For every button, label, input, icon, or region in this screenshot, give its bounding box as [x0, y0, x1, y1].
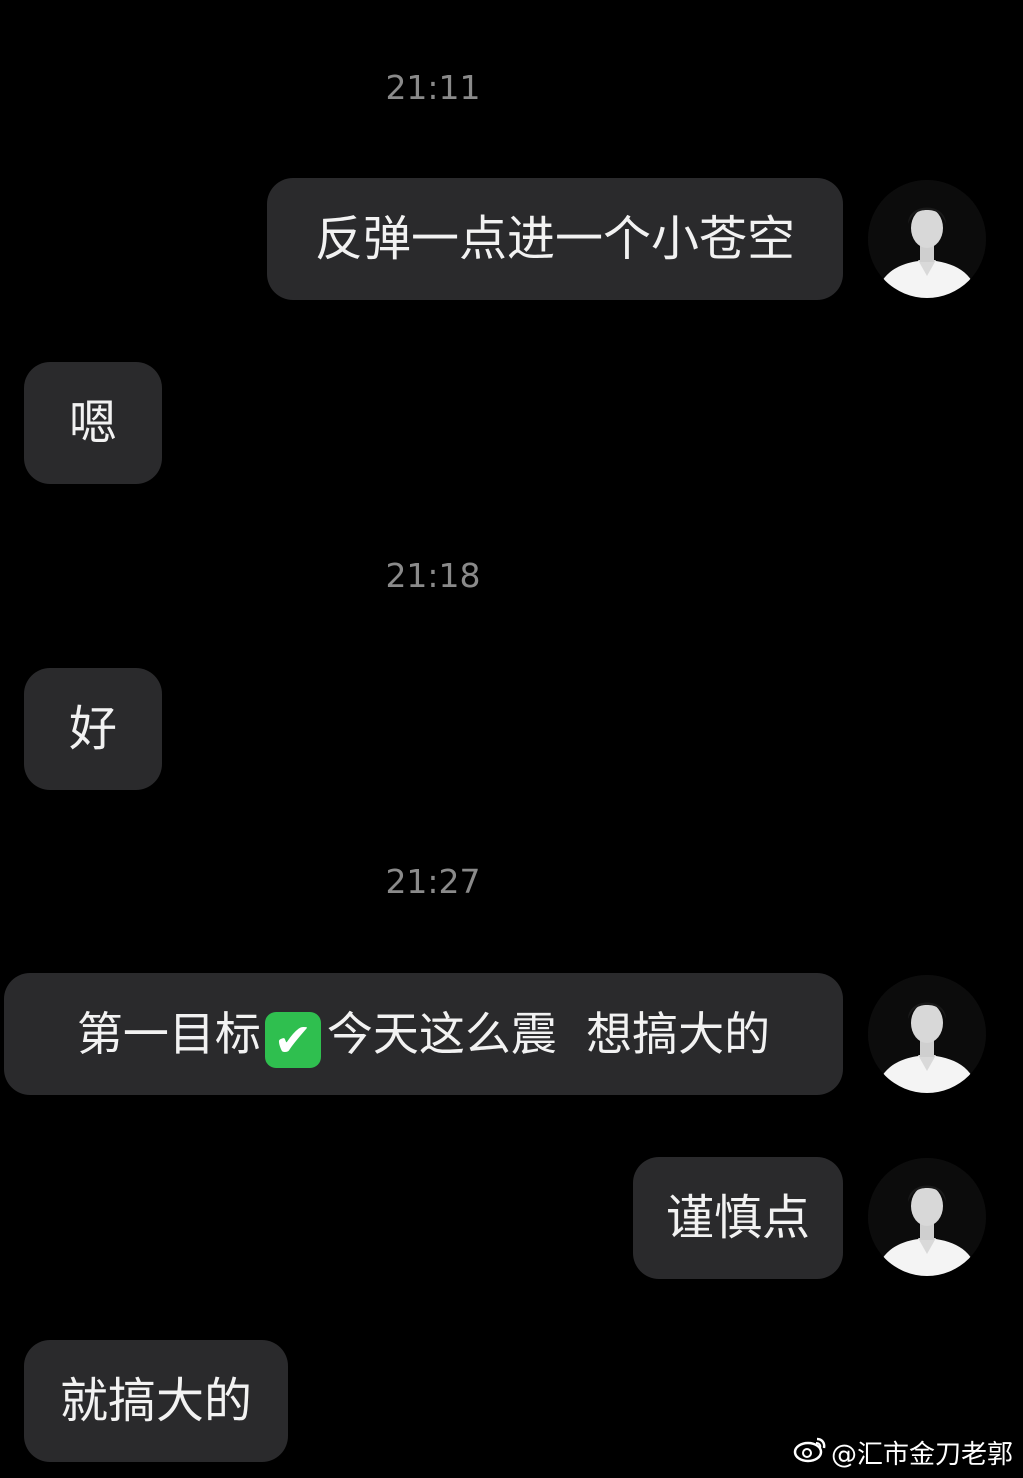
watermark-text: @汇市金刀老郭	[830, 1439, 1013, 1470]
user-avatar-icon	[868, 1158, 986, 1276]
avatar[interactable]	[868, 180, 986, 298]
message-bubble-incoming[interactable]: 就搞大的	[24, 1340, 288, 1462]
user-avatar-icon	[868, 180, 986, 298]
message-bubble-incoming[interactable]: 好	[24, 668, 162, 790]
avatar[interactable]	[868, 1158, 986, 1276]
message-bubble-incoming[interactable]: 嗯	[24, 362, 162, 484]
timestamp: 21:11	[385, 68, 481, 107]
message-bubble-outgoing[interactable]: 反弹一点进一个小苍空	[267, 178, 843, 300]
check-mark-icon: ✔	[264, 1012, 321, 1068]
avatar[interactable]	[868, 975, 986, 1093]
timestamp: 21:18	[385, 556, 481, 595]
message-text: 今天这么震 想搞大的	[326, 1007, 771, 1061]
timestamp: 21:27	[385, 862, 481, 901]
user-avatar-icon	[868, 975, 986, 1093]
message-bubble-outgoing[interactable]: 谨慎点	[633, 1157, 843, 1279]
watermark: @汇市金刀老郭	[793, 1434, 1013, 1470]
weibo-icon	[793, 1435, 827, 1470]
message-bubble-outgoing[interactable]: 第一目标 ✔ 今天这么震 想搞大的	[4, 973, 843, 1095]
message-text: 第一目标	[76, 1007, 261, 1061]
